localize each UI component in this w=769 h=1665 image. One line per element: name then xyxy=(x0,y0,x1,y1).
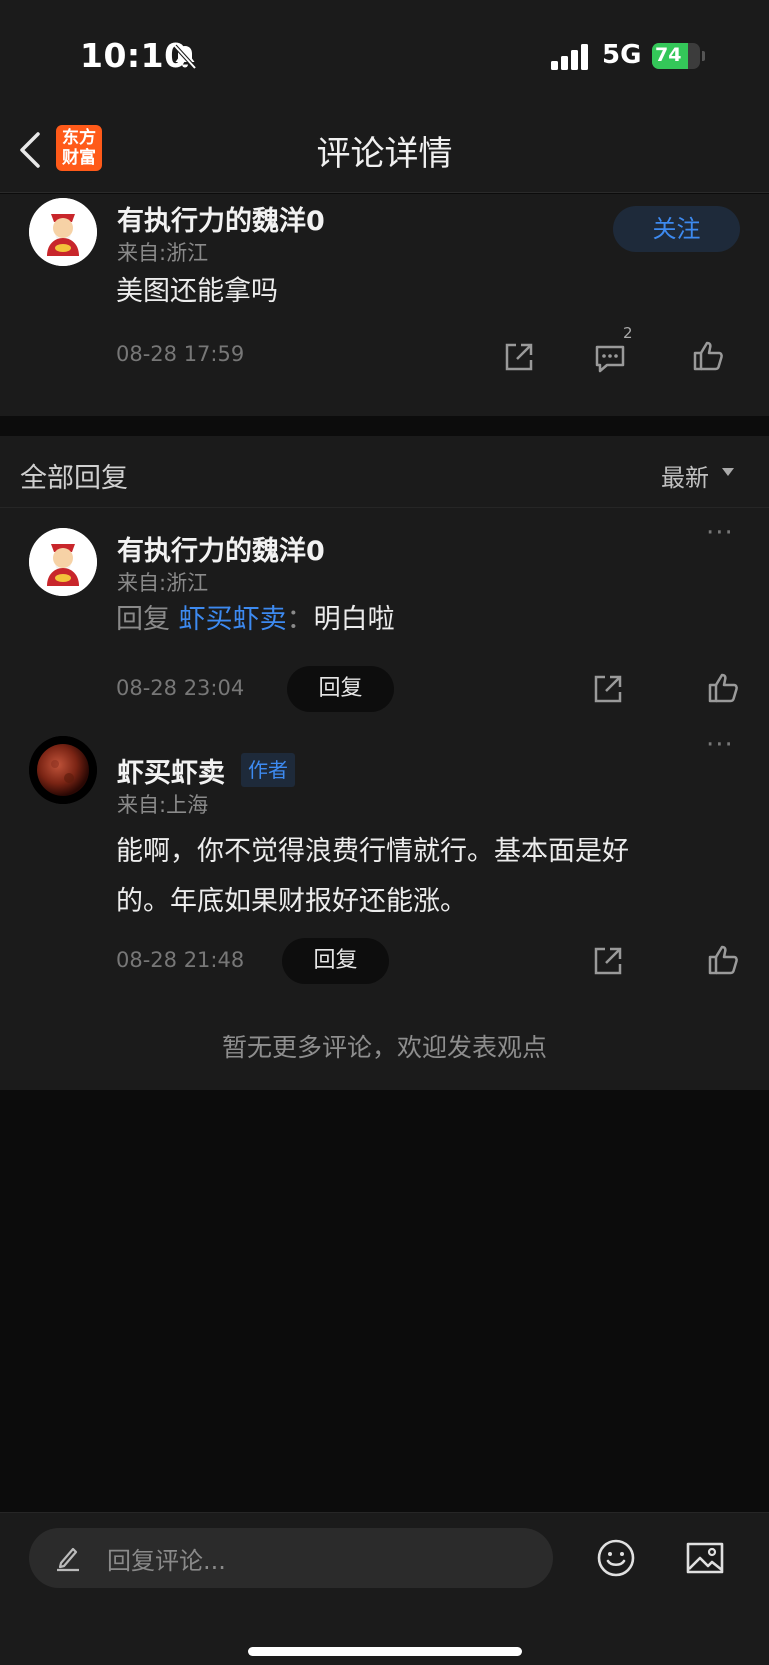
comment-time: 08-28 17:59 xyxy=(116,342,245,366)
reply-time: 08-28 21:48 xyxy=(116,948,245,972)
reply-time: 08-28 23:04 xyxy=(116,676,245,700)
image-icon[interactable] xyxy=(685,1538,725,1578)
like-icon[interactable] xyxy=(706,671,740,705)
nav-bar: 东方 财富 评论详情 xyxy=(0,110,769,193)
caret-down-icon[interactable] xyxy=(722,468,734,476)
no-more-comments: 暂无更多评论，欢迎发表观点 xyxy=(221,1033,547,1062)
main-comment: 有执行力的魏洋0 来自:浙江 关注 美图还能拿吗 08-28 17:59 2 xyxy=(0,194,769,416)
reply-username[interactable]: 虾买虾卖 xyxy=(117,751,225,790)
avatar[interactable] xyxy=(29,528,97,596)
home-indicator[interactable] xyxy=(248,1647,522,1656)
like-icon[interactable] xyxy=(706,943,740,977)
like-icon[interactable] xyxy=(691,339,725,373)
reply-prefix: 回复 xyxy=(116,604,170,635)
reply-button[interactable]: 回复 xyxy=(287,666,394,712)
replies-section: 全部回复 最新 有执行力的魏洋0 ··· 来自:浙江 回复 虾买虾卖：明白啦 0… xyxy=(0,436,769,1090)
network-type: 5G xyxy=(602,40,642,70)
all-replies-title: 全部回复 xyxy=(20,463,128,494)
follow-button[interactable]: 关注 xyxy=(613,206,740,252)
reply-button[interactable]: 回复 xyxy=(282,938,389,984)
avatar-image xyxy=(29,198,97,266)
share-icon[interactable] xyxy=(591,944,625,978)
reply-content: 回复 虾买虾卖：明白啦 xyxy=(116,598,395,642)
avatar[interactable] xyxy=(29,198,97,266)
reply-username[interactable]: 有执行力的魏洋0 xyxy=(117,529,325,568)
reply-text: 明白啦 xyxy=(313,604,395,635)
reply-target-user[interactable]: 虾买虾卖 xyxy=(179,604,287,635)
reply-location: 来自:浙江 xyxy=(117,571,209,595)
reply-content-line1: 能啊，你不觉得浪费行情就行。基本面是好 xyxy=(116,836,629,867)
share-icon[interactable] xyxy=(591,672,625,706)
avatar-image xyxy=(29,528,97,596)
page-title: 评论详情 xyxy=(316,134,453,174)
reply-input[interactable]: 回复评论... xyxy=(29,1528,553,1588)
author-badge: 作者 xyxy=(241,753,295,787)
bell-muted-icon xyxy=(173,44,197,70)
comment-icon[interactable] xyxy=(593,341,627,375)
avatar[interactable] xyxy=(29,736,97,804)
sort-dropdown[interactable]: 最新 xyxy=(661,458,709,493)
status-bar: 10:10 5G 74 xyxy=(0,0,769,110)
comment-count: 2 xyxy=(623,324,633,342)
more-options-icon[interactable]: ··· xyxy=(706,730,734,760)
battery-icon: 74 xyxy=(652,43,705,69)
pencil-icon xyxy=(57,1547,79,1572)
bottom-input-bar: 回复评论... xyxy=(0,1512,769,1665)
replies-header: 全部回复 最新 xyxy=(0,436,769,508)
battery-percent: 74 xyxy=(655,44,682,66)
reply-location: 来自:上海 xyxy=(117,793,209,817)
comment-content: 美图还能拿吗 xyxy=(116,276,278,307)
reply-content-line2: 的。年底如果财报好还能涨。 xyxy=(116,886,467,917)
comment-username[interactable]: 有执行力的魏洋0 xyxy=(117,199,325,238)
emoji-icon[interactable] xyxy=(596,1538,636,1578)
cellular-signal-icon xyxy=(551,44,588,70)
share-icon[interactable] xyxy=(502,340,536,374)
comment-location: 来自:浙江 xyxy=(117,241,209,265)
more-options-icon[interactable]: ··· xyxy=(706,518,734,548)
reply-input-placeholder: 回复评论... xyxy=(107,1547,226,1575)
reply-separator: ： xyxy=(286,604,314,635)
avatar-image xyxy=(29,736,97,804)
